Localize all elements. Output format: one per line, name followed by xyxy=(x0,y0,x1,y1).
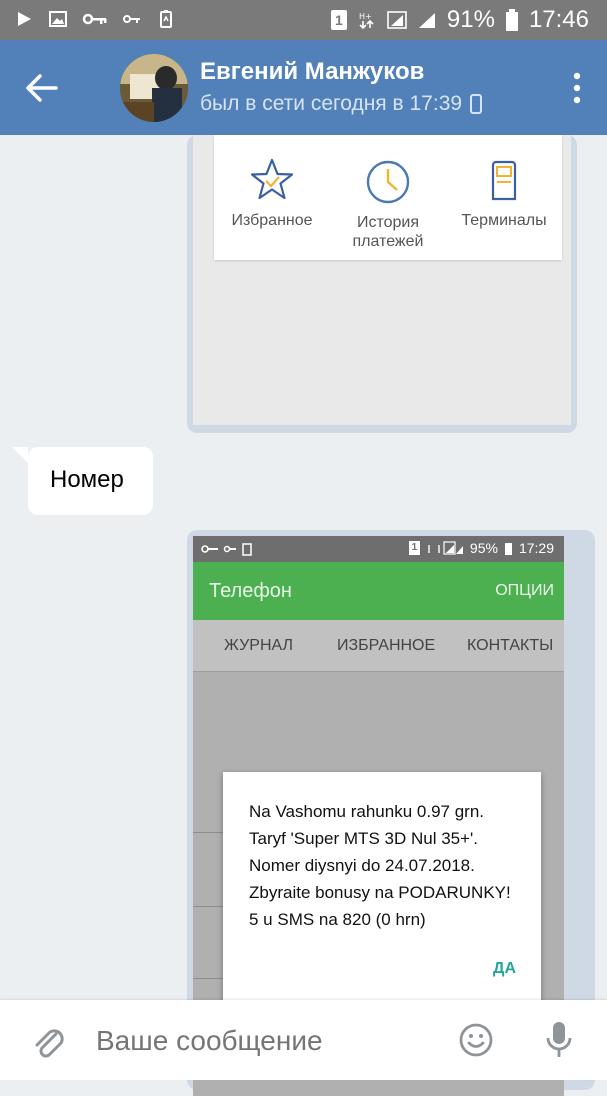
microphone-icon[interactable] xyxy=(545,1020,573,1060)
paperclip-icon[interactable] xyxy=(30,1022,66,1060)
dialog-line: Zbyraite bonusy na PODARUNKY! xyxy=(249,883,511,902)
key-small-icon xyxy=(123,15,140,23)
status-right-icons: 1 H+ 91% 17:46 xyxy=(330,6,589,34)
sim-icon: 1 xyxy=(330,10,347,30)
card-item-label: Терминалы xyxy=(461,212,547,229)
mini-tab-contacts: КОНТАКТЫ xyxy=(467,637,554,654)
status-bar: 1 H+ 91% 17:46 xyxy=(0,0,607,40)
mini-battery-icon xyxy=(504,543,512,555)
incoming-text-message[interactable]: Номер xyxy=(12,447,153,515)
mini-tabs: ЖУРНАЛ ИЗБРАННОЕ КОНТАКТЫ xyxy=(193,620,564,672)
card-item-label: Избранное xyxy=(231,212,313,229)
card-item-favorites: Избранное xyxy=(214,157,330,230)
mini-tab-journal: ЖУРНАЛ xyxy=(224,637,294,654)
signal-box-icon xyxy=(387,11,407,29)
mini-app-bar: Телефон ОПЦИИ xyxy=(193,562,564,620)
composer-bar xyxy=(0,1000,607,1080)
emoji-icon[interactable] xyxy=(458,1022,494,1058)
more-menu-icon[interactable] xyxy=(567,70,587,106)
message-input[interactable] xyxy=(96,1025,436,1057)
quick-actions-card: Избранное История платежей Терминалы xyxy=(214,135,562,260)
mini-status-right: 1 95% 17:29 xyxy=(408,540,554,556)
battery-icon xyxy=(505,9,518,31)
balance-dialog: Na Vashomu rahunku 0.97 grn. Taryf 'Supe… xyxy=(223,772,541,1012)
clock-icon xyxy=(366,160,410,204)
last-seen-text: был в сети сегодня в 17:39 xyxy=(200,92,463,115)
card-item-label: История платежей xyxy=(352,214,424,250)
dialog-line: Taryf 'Super MTS 3D Nul 35+'. xyxy=(249,829,478,848)
mini-sim-icon: 1 xyxy=(408,541,420,555)
star-icon xyxy=(250,158,294,200)
play-icon xyxy=(18,12,31,26)
card-item-history: История платежей xyxy=(330,159,446,251)
dialog-line: Na Vashomu rahunku 0.97 grn. xyxy=(249,802,484,821)
terminal-icon xyxy=(491,160,517,201)
mini-status-time: 17:29 xyxy=(518,540,554,556)
mini-app-title: Телефон xyxy=(209,580,292,602)
data-arrows-icon: H+ xyxy=(359,12,374,30)
dialog-ok-button: ДА xyxy=(493,960,516,977)
last-seen-status: был в сети сегодня в 17:39 xyxy=(200,92,483,116)
svg-text:H+: H+ xyxy=(359,12,372,21)
bubble-tail xyxy=(12,447,28,463)
gallery-icon xyxy=(49,11,67,27)
image-content: Избранное История платежей Терминалы xyxy=(193,135,571,425)
key-icon xyxy=(82,13,107,25)
mini-status-bar: 1 95% 17:29 xyxy=(193,536,564,562)
back-arrow-icon[interactable] xyxy=(16,68,64,108)
battery-percent: 91% xyxy=(446,6,495,33)
status-left-icons xyxy=(14,9,176,29)
card-item-terminals: Терминалы xyxy=(446,157,562,230)
dialog-line: Nomer diysnyi do 24.07.2018. xyxy=(249,856,475,875)
mini-signal-icons xyxy=(428,541,463,555)
signal-icon xyxy=(418,13,435,28)
outgoing-image-message[interactable]: Избранное История платежей Терминалы xyxy=(187,135,577,433)
message-text: Номер xyxy=(50,466,124,493)
chat-header: Евгений Манжуков был в сети сегодня в 17… xyxy=(0,40,607,135)
battery-saver-icon xyxy=(160,10,172,28)
mini-tab-favorites: ИЗБРАННОЕ xyxy=(337,637,436,654)
mobile-phone-icon xyxy=(470,94,483,114)
contact-name[interactable]: Евгений Манжуков xyxy=(200,58,424,86)
avatar-photo xyxy=(120,54,188,122)
mini-status-left-icons xyxy=(201,543,252,556)
list-divider xyxy=(193,906,223,907)
list-divider xyxy=(193,978,223,979)
mini-options: ОПЦИИ xyxy=(495,582,554,599)
list-divider xyxy=(193,832,223,833)
avatar[interactable] xyxy=(120,54,188,122)
mini-battery-percent: 95% xyxy=(469,540,498,556)
dialog-line: 5 u SMS na 820 (0 hrn) xyxy=(249,910,426,929)
status-time: 17:46 xyxy=(528,6,589,33)
